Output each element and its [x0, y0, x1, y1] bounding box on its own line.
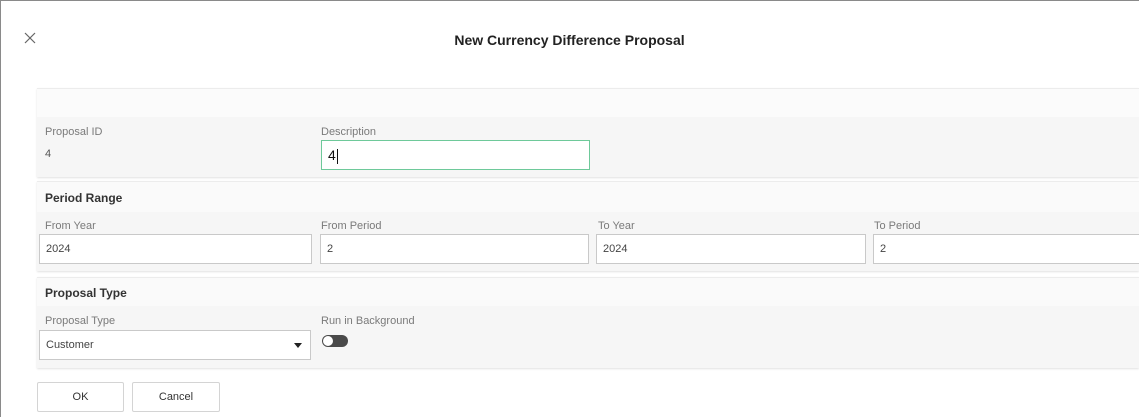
- proposal-type-header: [37, 278, 1139, 306]
- dialog-title: New Currency Difference Proposal: [454, 32, 685, 48]
- from-year-label: From Year: [45, 220, 96, 232]
- toggle-knob: [323, 336, 333, 346]
- proposal-type-selected: Customer: [46, 339, 94, 351]
- general-section-header: [37, 89, 1139, 117]
- proposal-type-title: Proposal Type: [45, 286, 127, 300]
- description-label: Description: [321, 126, 377, 138]
- from-period-label: From Period: [321, 220, 382, 232]
- to-period-input[interactable]: 2: [873, 234, 1139, 264]
- proposal-id-label: Proposal ID: [45, 126, 103, 138]
- from-period-input[interactable]: 2: [320, 234, 589, 264]
- ok-button[interactable]: OK: [37, 382, 124, 412]
- text-caret: [336, 148, 338, 164]
- to-period-label: To Period: [874, 220, 921, 232]
- caret-down-icon: [294, 343, 302, 348]
- period-range-title: Period Range: [45, 191, 123, 205]
- window-left-border: [0, 0, 1, 417]
- description-value: 4: [328, 147, 336, 163]
- proposal-type-section: Proposal Type Proposal Type Customer Run…: [37, 277, 1139, 368]
- general-section: Proposal ID 4 Description 4: [37, 88, 1139, 177]
- proposal-id-value: 4: [45, 148, 52, 160]
- description-input[interactable]: 4: [321, 140, 590, 170]
- from-year-input[interactable]: 2024: [39, 234, 312, 264]
- proposal-type-label: Proposal Type: [45, 315, 116, 327]
- run-background-toggle[interactable]: [322, 335, 348, 347]
- to-year-input[interactable]: 2024: [596, 234, 866, 264]
- proposal-type-select[interactable]: Customer: [39, 330, 311, 360]
- run-background-label: Run in Background: [321, 315, 415, 327]
- period-range-section: Period Range From Year 2024 From Period …: [37, 181, 1139, 271]
- window-top-border: [0, 0, 1139, 1]
- period-range-header: [37, 182, 1139, 212]
- cancel-button[interactable]: Cancel: [132, 382, 220, 412]
- to-year-label: To Year: [598, 220, 635, 232]
